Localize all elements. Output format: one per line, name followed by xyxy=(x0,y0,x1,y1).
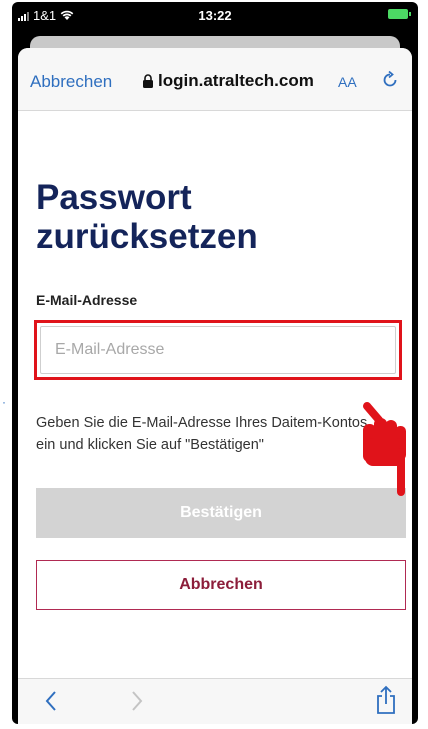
back-icon[interactable] xyxy=(44,689,58,713)
page-title: Passwort zurücksetzen xyxy=(36,178,258,256)
browser-cancel-link[interactable]: Abbrechen xyxy=(30,72,112,92)
email-highlight-box xyxy=(34,320,402,380)
url-text[interactable]: login.atraltech.com xyxy=(158,71,314,91)
cancel-button[interactable]: Abbrechen xyxy=(36,560,406,610)
edge-marker: · xyxy=(2,395,6,409)
lock-icon xyxy=(143,74,153,88)
status-bar: 1&1 13:22 xyxy=(12,2,418,34)
reload-icon[interactable] xyxy=(380,70,400,90)
status-time: 13:22 xyxy=(198,8,232,23)
url-bar: Abbrechen login.atraltech.com AA xyxy=(18,48,412,111)
forward-icon xyxy=(132,691,143,711)
confirm-button[interactable]: Bestätigen xyxy=(36,488,406,538)
browser-toolbar xyxy=(18,678,412,724)
share-icon[interactable] xyxy=(374,685,398,715)
helper-text: Geben Sie die E-Mail-Adresse Ihres Daite… xyxy=(36,415,368,453)
email-label: E-Mail-Adresse xyxy=(36,292,138,308)
text-size-button[interactable]: AA xyxy=(338,74,357,90)
phone-frame: 1&1 13:22 Abbrechen login.atraltech.com … xyxy=(12,2,418,724)
email-input[interactable] xyxy=(40,326,396,374)
browser-sheet: Abbrechen login.atraltech.com AA Passwor… xyxy=(18,48,412,724)
pointing-hand-icon xyxy=(363,402,406,496)
battery-icon xyxy=(388,9,411,19)
